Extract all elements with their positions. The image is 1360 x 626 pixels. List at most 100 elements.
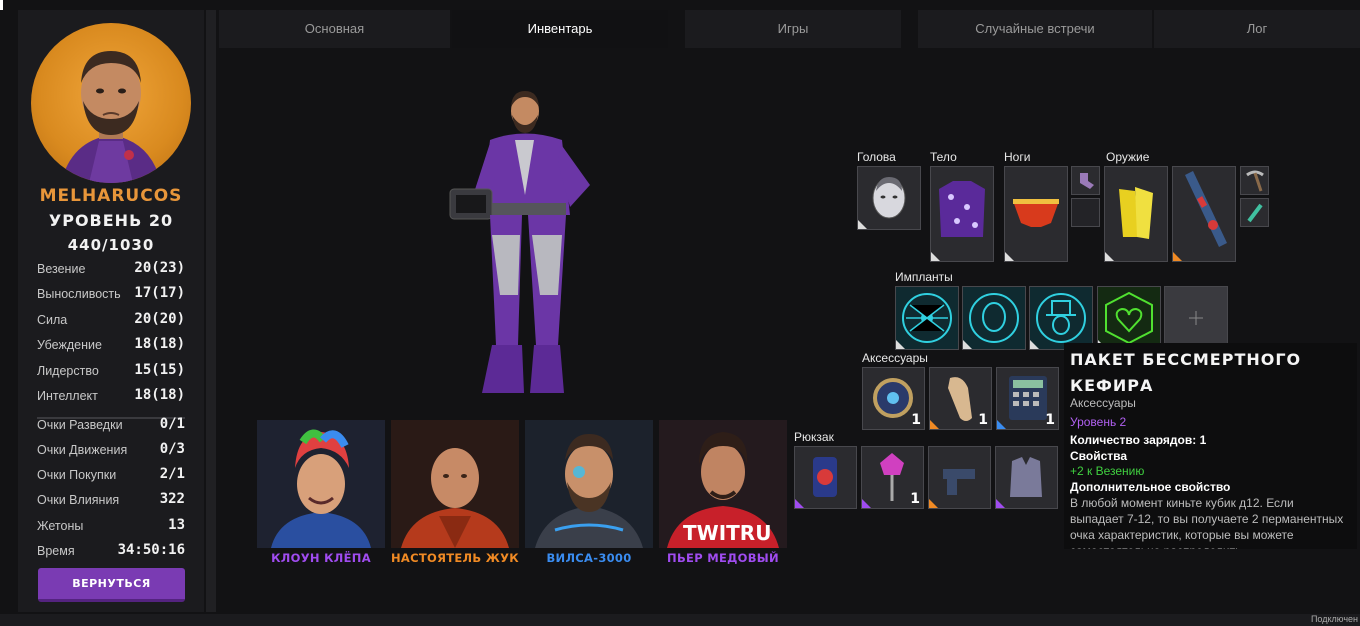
return-button[interactable]: ВЕРНУТЬСЯ [38,568,185,602]
slot-backpack-1[interactable] [794,446,857,509]
companion-name: ВИЛСА-3000 [546,551,632,565]
sidebar-scrollbar[interactable] [206,10,216,612]
item-tooltip: ПАКЕТ БЕССМЕРТНОГО КЕФИРА Аксессуары Уро… [1064,343,1357,549]
stat-row-strength: Сила 20(20) [37,311,185,331]
stat-value: 18(18) [134,387,185,403]
points-label: Очки Влияния [37,493,120,507]
points-value: 34:50:16 [117,542,185,558]
stat-row-leadership: Лидерство 15(15) [37,362,185,382]
stat-value: 18(18) [134,336,185,352]
slot-body[interactable] [930,166,994,262]
character-figure [430,85,620,405]
points-value: 0/3 [159,441,185,457]
slot-legs-extra-2[interactable] [1071,198,1100,227]
status-text: Подключен [1310,614,1358,624]
character-figure-icon [449,91,590,393]
companion-portrait-clown[interactable] [257,420,385,548]
slot-label-weapon: Оружие [1106,150,1150,164]
tooltip-extra-header: Дополнительное свойство [1070,480,1231,494]
slot-accessory-1[interactable]: 1 [862,367,925,430]
tab-main[interactable]: Основная [219,10,450,48]
points-label: Очки Движения [37,443,128,457]
points-value: 2/1 [159,466,185,482]
player-level: УРОВЕНЬ 20 [48,211,174,230]
slot-weapon-2[interactable] [1172,166,1236,262]
tab-inventory[interactable]: Инвентарь [452,10,668,48]
slot-implant-3[interactable] [1029,286,1093,350]
slot-implant-empty[interactable] [1164,286,1228,350]
tab-games[interactable]: Игры [685,10,901,48]
svg-text:TWITRU: TWITRU [683,521,771,545]
rarity-corner [996,499,1005,508]
points-value: 13 [168,517,185,533]
rarity-corner [795,499,804,508]
tooltip-prop: +2 к Везению [1070,464,1145,478]
heart-implant-icon [1098,287,1160,349]
stat-value: 20(20) [134,311,185,327]
points-label: Очки Разведки [37,418,123,432]
stat-label: Выносливость [37,287,121,301]
slot-accessory-2[interactable]: 1 [929,367,992,430]
stat-value: 15(15) [134,362,185,378]
companion-name: НАСТОЯТЕЛЬ ЖУК [391,551,520,565]
tab-random-encounters[interactable]: Случайные встречи [918,10,1152,48]
tab-log[interactable]: Лог [1154,10,1360,48]
rarity-corner [896,340,905,349]
points-row-purchase: Очки Покупки 2/1 [37,466,185,486]
slot-legs-extra-1[interactable] [1071,166,1100,195]
slot-legs[interactable] [1004,166,1068,262]
status-bar: Подключен [0,614,1360,626]
points-row-movement: Очки Движения 0/3 [37,441,185,461]
slot-label-legs: Ноги [1004,150,1031,164]
slot-backpack-3[interactable] [928,446,991,509]
points-row-tokens: Жетоны 13 [37,517,185,537]
slot-implant-1[interactable] [895,286,959,350]
slot-weapon-1[interactable] [1104,166,1168,262]
slot-backpack-2[interactable]: 1 [861,446,924,509]
points-row-scouting: Очки Разведки 0/1 [37,416,185,436]
tooltip-description: В любой момент киньте кубик д12. Если вы… [1070,496,1344,549]
stat-row-intellect: Интеллект 18(18) [37,387,185,407]
pistol-icon [943,469,975,495]
rarity-corner [1030,340,1039,349]
legs-briefs-icon [1013,199,1059,227]
companion-pierre-icon: TWITRU [659,420,787,548]
slot-label-backpack: Рюкзак [794,430,834,444]
player-avatar [31,23,191,183]
slot-implant-4[interactable] [1097,286,1161,350]
body-shirt-icon [939,181,985,237]
companion-portrait-abbot[interactable] [391,420,519,548]
slot-label-accessories: Аксессуары [862,351,928,365]
points-row-time: Время 34:50:16 [37,542,185,562]
rarity-corner [929,499,938,508]
stat-label: Убеждение [37,338,102,352]
stat-row-stamina: Выносливость 17(17) [37,285,185,305]
tooltip-props-header: Свойства [1070,449,1128,463]
rarity-corner [963,340,972,349]
slot-head[interactable] [857,166,921,230]
hat-implant-icon [1030,287,1092,349]
tooltip-title: ПАКЕТ БЕССМЕРТНОГО КЕФИРА [1070,350,1302,395]
companion-vilsa-icon [525,420,653,548]
rarity-corner [930,420,939,429]
syringe-icon [1247,203,1263,223]
rifle-icon [1185,171,1227,247]
rarity-corner [1173,252,1182,261]
points-row-influence: Очки Влияния 322 [37,491,185,511]
item-count: 1 [911,412,921,428]
points-value: 0/1 [159,416,185,432]
slot-accessory-3[interactable]: 1 [996,367,1059,430]
stat-label: Сила [37,313,68,327]
slot-weapon-extra-1[interactable] [1240,166,1269,195]
slot-implant-2[interactable] [962,286,1026,350]
tooltip-category: Аксессуары [1070,396,1136,410]
stat-label: Лидерство [37,364,99,378]
rarity-corner [997,420,1006,429]
companion-portrait-pierre[interactable]: TWITRU [659,420,787,548]
slot-weapon-extra-2[interactable] [1240,198,1269,227]
companion-portrait-vilsa[interactable] [525,420,653,548]
stat-label: Везение [37,262,86,276]
slot-backpack-4[interactable] [995,446,1058,509]
companion-name: ПЬЕР МЕДОВЫЙ [667,551,779,565]
rarity-corner [862,499,871,508]
